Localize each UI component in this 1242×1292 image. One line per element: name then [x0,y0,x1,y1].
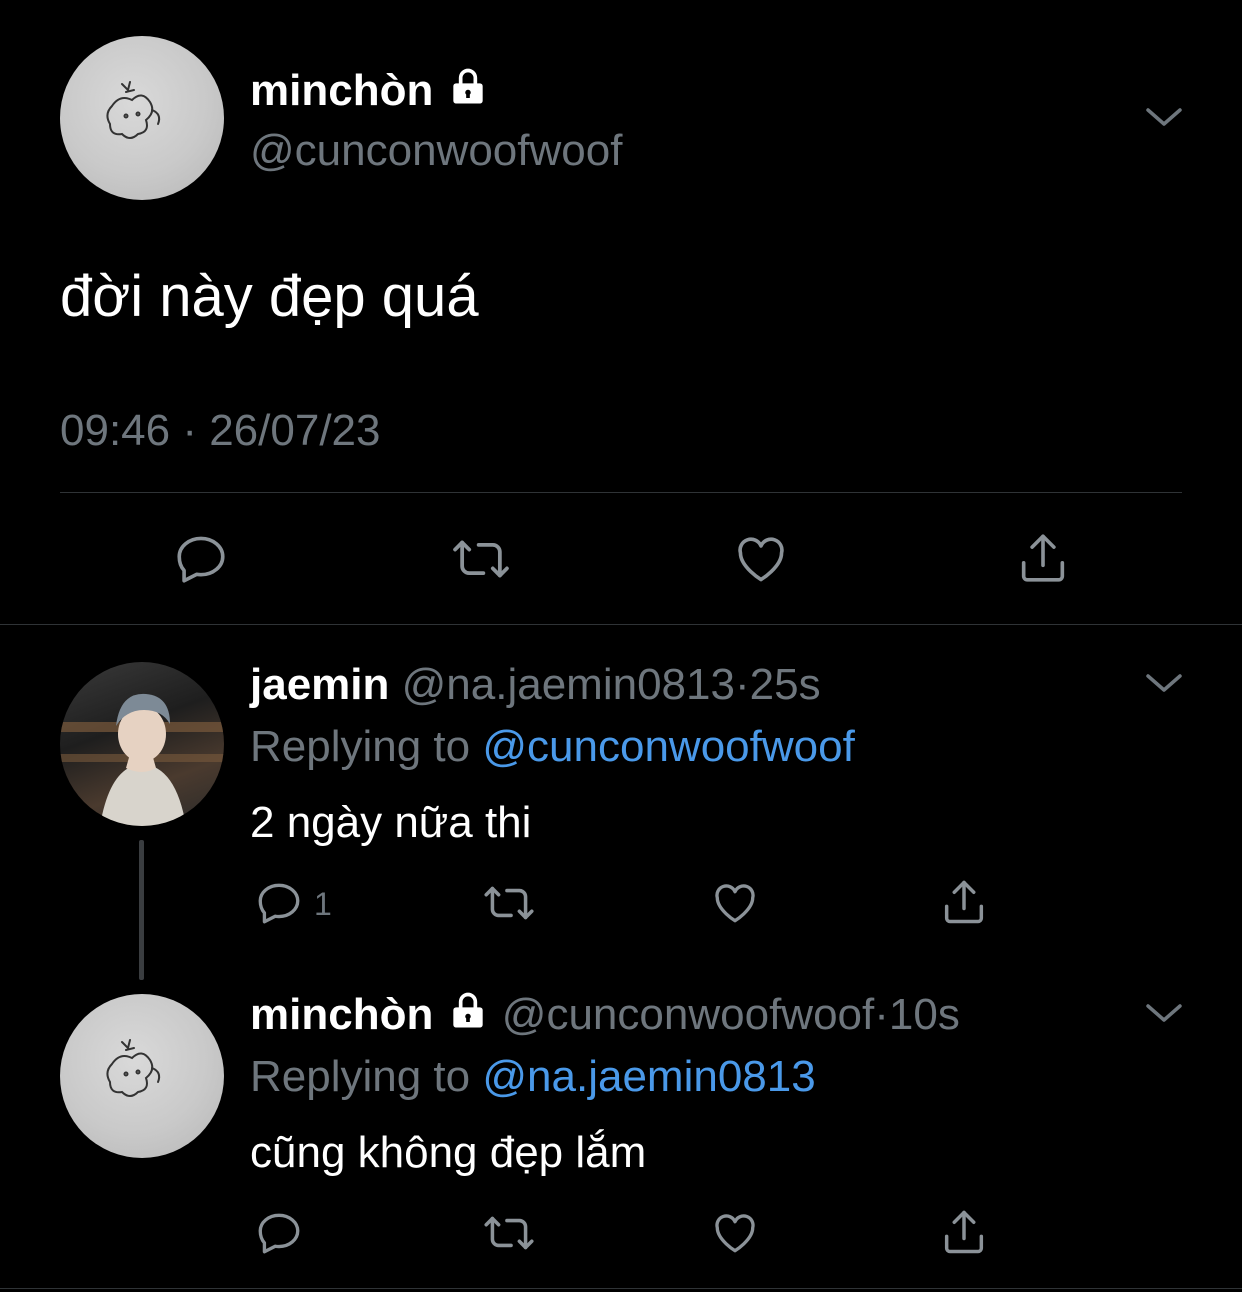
doodle-dog-icon [106,81,161,139]
like-icon[interactable] [732,530,790,588]
display-name[interactable]: minchòn [250,66,433,115]
display-name[interactable]: jaemin [250,660,389,709]
share-icon[interactable] [1014,528,1072,588]
reply-icon[interactable] [254,878,304,928]
handle[interactable]: @cunconwoofwoof [250,124,622,178]
doodle-dog-icon [106,1039,161,1097]
section-divider [0,624,1242,625]
replying-to: Replying to @na.jaemin0813 [250,1050,816,1104]
replying-to: Replying to @cunconwoofwoof [250,720,855,774]
replying-prefix: Replying to [250,1052,471,1101]
replying-prefix: Replying to [250,722,471,771]
retweet-icon[interactable] [480,878,538,928]
lock-icon [446,989,490,1046]
divider [60,492,1182,493]
retweet-icon[interactable] [480,1208,538,1258]
handle[interactable]: @cunconwoofwoof [502,990,874,1039]
reply-icon[interactable] [172,530,230,588]
tweet-age[interactable]: 10s [889,990,960,1039]
lock-icon [446,65,490,122]
handle[interactable]: @na.jaemin0813 [402,660,735,709]
person-photo-icon [60,693,224,826]
chevron-down-icon[interactable] [1144,1000,1184,1033]
retweet-icon[interactable] [448,530,514,588]
separator: · [874,990,889,1039]
tweet-text: đời này đẹp quá [60,264,479,329]
share-icon[interactable] [938,876,990,928]
like-icon[interactable] [710,878,760,928]
tweet-text: cũng không đẹp lắm [250,1128,647,1177]
like-icon[interactable] [710,1208,760,1258]
timestamp[interactable]: 09:46 · 26/07/23 [60,404,380,458]
avatar[interactable] [60,994,224,1158]
reply-count: 1 [314,886,332,922]
mention-link[interactable]: @na.jaemin0813 [482,1052,815,1101]
avatar[interactable] [60,36,224,200]
chevron-down-icon[interactable] [1144,104,1184,137]
separator: · [734,660,750,709]
display-name[interactable]: minchòn [250,990,433,1039]
bottom-divider [0,1288,1242,1289]
tweet-text: 2 ngày nữa thi [250,798,532,847]
mention-link[interactable]: @cunconwoofwoof [482,722,854,771]
reply-icon[interactable] [254,1208,304,1258]
share-icon[interactable] [938,1206,990,1258]
tweet-age[interactable]: 25s [750,660,821,709]
avatar[interactable] [60,662,224,826]
thread-line [139,840,144,980]
chevron-down-icon[interactable] [1144,670,1184,703]
